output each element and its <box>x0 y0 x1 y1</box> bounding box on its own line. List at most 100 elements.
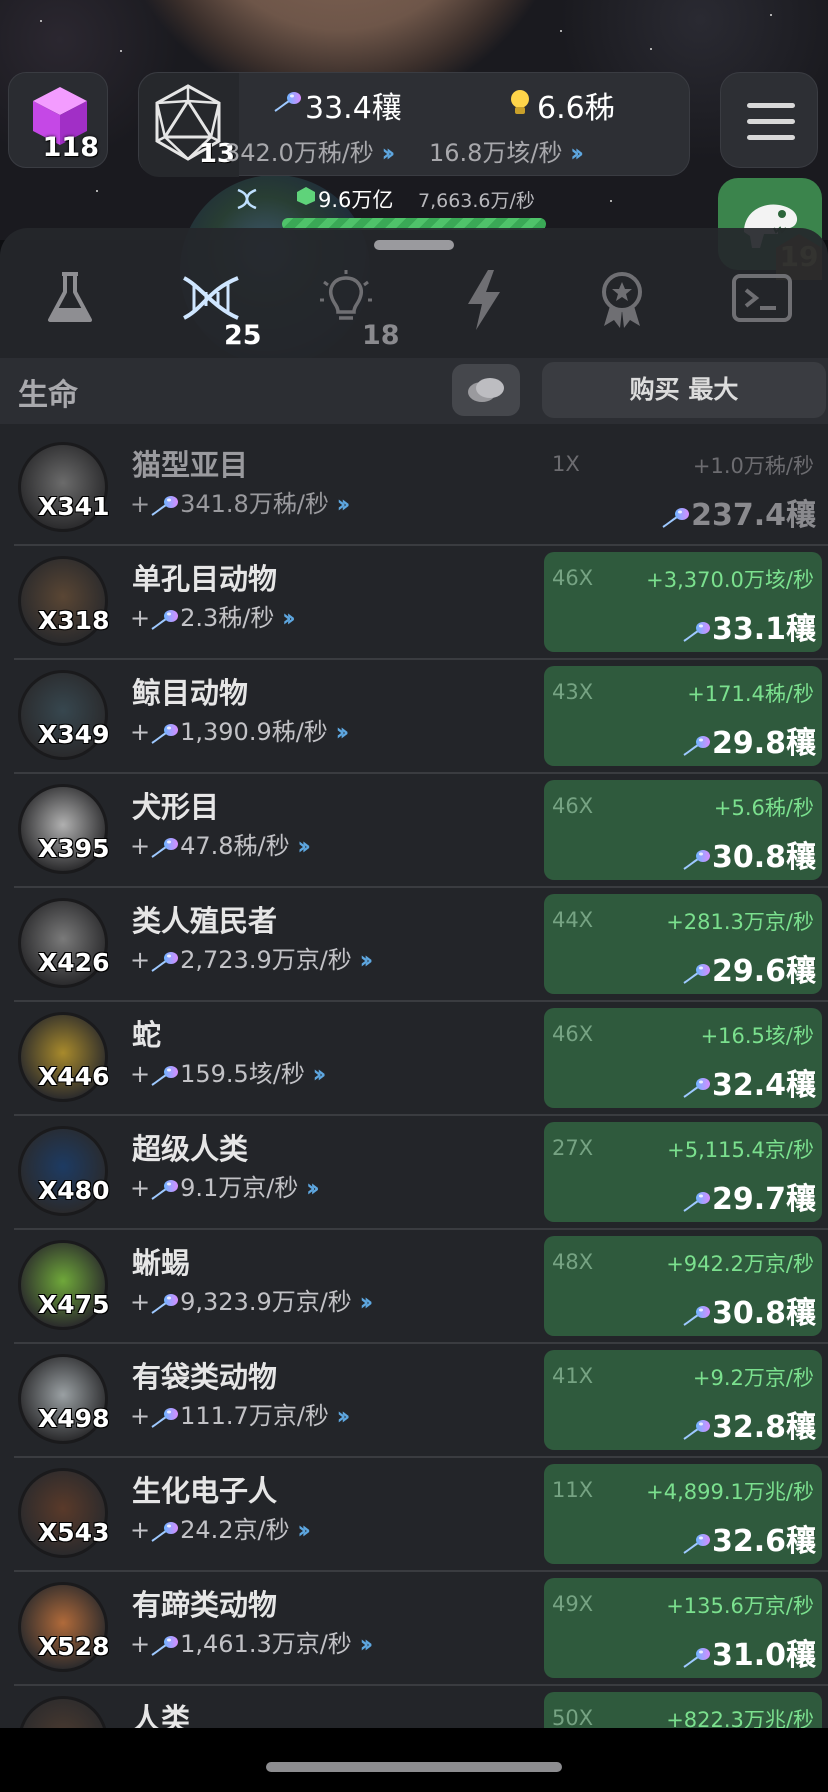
tab-terminal[interactable] <box>710 268 810 348</box>
upgrade-buy-button[interactable]: 41X +9.2万京/秒 32.8穰 <box>544 1350 822 1450</box>
double-chevron-icon: ›› <box>359 1630 373 1658</box>
double-chevron-icon: ›› <box>306 1174 320 1202</box>
stat-b-value: 6.6秭 <box>537 91 615 126</box>
buy-gain: +5,115.4京/秒 <box>667 1138 814 1162</box>
buy-cost: 32.8穰 <box>682 1402 816 1446</box>
tab-ideas[interactable]: 18 <box>296 268 400 351</box>
list-item: X528 有蹄类动物 +1,461.3万京/秒 ›› 49X +135.6万京/… <box>14 1572 828 1686</box>
buy-cost: 33.1穰 <box>682 604 816 648</box>
creature-rate: +2,723.9万京/秒 ›› <box>130 946 373 974</box>
double-chevron-icon: ›› <box>335 718 349 746</box>
creature-name: 猫型亚目 <box>132 448 249 482</box>
buy-cost: 237.4穰 <box>661 490 816 534</box>
sperm-icon <box>682 847 712 871</box>
menu-button[interactable] <box>720 72 818 168</box>
creature-level: X426 <box>38 948 110 977</box>
buy-multiplier: 44X <box>552 908 594 932</box>
creature-name: 鲸目动物 <box>132 676 249 710</box>
upgrade-buy-button[interactable]: 46X +5.6秭/秒 30.8穰 <box>544 780 822 880</box>
sperm-icon <box>150 1291 180 1315</box>
list-item: X543 生化电子人 +24.2京/秒 ›› 11X +4,899.1万兆/秒 … <box>14 1458 828 1572</box>
sperm-icon <box>150 1177 180 1201</box>
d20-button[interactable]: 13 <box>139 73 239 177</box>
buy-gain: +9.2万京/秒 <box>692 1366 814 1390</box>
buy-multiplier: 41X <box>552 1364 594 1388</box>
sperm-icon <box>150 493 180 517</box>
coins-icon <box>468 378 504 402</box>
double-chevron-icon: ›› <box>282 604 296 632</box>
creature-level: X341 <box>38 492 110 521</box>
tab-dna-count: 25 <box>224 320 262 351</box>
upgrade-buy-button[interactable]: 1X +1.0万秭/秒 237.4穰 <box>544 438 822 538</box>
buy-multiplier: 43X <box>552 680 594 704</box>
upgrade-buy-button[interactable]: 46X +3,370.0万垓/秒 33.1穰 <box>544 552 822 652</box>
double-chevron-icon: ›› <box>359 1288 373 1316</box>
list-item: X395 犬形目 +47.8秭/秒 ›› 46X +5.6秭/秒 30.8穰 <box>14 774 828 888</box>
stat-a-rate: 342.0万秭/秒 ›› <box>225 139 395 167</box>
creature-name: 有袋类动物 <box>132 1360 278 1394</box>
home-indicator[interactable] <box>266 1762 562 1772</box>
upgrade-buy-button[interactable]: 11X +4,899.1万兆/秒 32.6穰 <box>544 1464 822 1564</box>
stat-b-rate: 16.8万垓/秒 ›› <box>429 139 584 167</box>
sperm-icon <box>150 1405 180 1429</box>
creature-name: 超级人类 <box>132 1132 249 1166</box>
sperm-icon <box>150 607 180 631</box>
creature-name: 单孔目动物 <box>132 562 278 596</box>
upgrade-buy-button[interactable]: 44X +281.3万京/秒 29.6穰 <box>544 894 822 994</box>
creature-level: X318 <box>38 606 110 635</box>
buy-cost: 29.6穰 <box>682 946 816 990</box>
upgrade-buy-button[interactable]: 43X +171.4秭/秒 29.8穰 <box>544 666 822 766</box>
list-item: X341 猫型亚目 +341.8万秭/秒 ›› 1X +1.0万秭/秒 237.… <box>14 432 828 546</box>
creature-rate: +47.8秭/秒 ›› <box>130 832 311 860</box>
upgrade-buy-button[interactable]: 48X +942.2万京/秒 30.8穰 <box>544 1236 822 1336</box>
buy-max-button[interactable]: 购买 最大 <box>542 362 826 418</box>
sperm-icon <box>150 835 180 859</box>
buy-gain: +4,899.1万兆/秒 <box>646 1480 814 1504</box>
flask-icon <box>48 272 92 322</box>
creature-name: 类人殖民者 <box>132 904 278 938</box>
buy-cost: 29.7穰 <box>682 1174 816 1218</box>
buy-gain: +16.5垓/秒 <box>700 1024 814 1048</box>
buy-multiplier: 50X <box>552 1706 594 1730</box>
upgrade-buy-button[interactable]: 27X +5,115.4京/秒 29.7穰 <box>544 1122 822 1222</box>
tab-lab[interactable] <box>20 268 120 348</box>
creature-rate: +341.8万秭/秒 ›› <box>130 490 350 518</box>
buy-cost: 29.8穰 <box>682 718 816 762</box>
buy-multiplier: 49X <box>552 1592 594 1616</box>
creature-name: 蛇 <box>132 1018 162 1052</box>
list-item: X475 蜥蜴 +9,323.9万京/秒 ›› 48X +942.2万京/秒 3… <box>14 1230 828 1344</box>
tab-achievements[interactable] <box>572 268 672 348</box>
upgrade-buy-button[interactable]: 46X +16.5垓/秒 32.4穰 <box>544 1008 822 1108</box>
tab-dna[interactable]: 25 <box>158 268 262 351</box>
double-chevron-icon: ›› <box>336 1402 351 1430</box>
upgrade-buy-button[interactable]: 49X +135.6万京/秒 31.0穰 <box>544 1578 822 1678</box>
coin-toggle-button[interactable] <box>452 364 520 416</box>
sperm-icon <box>682 733 712 757</box>
stat-a-value: 33.4穰 <box>305 91 402 126</box>
sperm-icon <box>150 1519 180 1543</box>
creature-level: X475 <box>38 1290 110 1319</box>
sperm-icon <box>682 1189 712 1213</box>
creature-rate: +9.1万京/秒 ›› <box>130 1174 320 1202</box>
creature-name: 有蹄类动物 <box>132 1588 278 1622</box>
double-chevron-icon: ›› <box>359 946 373 974</box>
progress-rate: 7,663.6万/秒 <box>418 190 535 212</box>
gem-button[interactable]: 118 <box>8 72 108 168</box>
dna-icon <box>183 276 239 320</box>
tab-energy[interactable] <box>434 268 534 348</box>
sperm-icon <box>273 89 303 113</box>
double-chevron-icon: ›› <box>312 1060 327 1088</box>
sperm-icon <box>682 1645 712 1669</box>
list-item: X446 蛇 +159.5垓/秒 ›› 46X +16.5垓/秒 32.4穰 <box>14 1002 828 1116</box>
buy-multiplier: 48X <box>552 1250 594 1274</box>
creature-level: X528 <box>38 1632 110 1661</box>
home-bar-area <box>0 1728 828 1792</box>
section-title: 生命 <box>18 378 78 413</box>
sperm-icon <box>682 961 712 985</box>
sheet-drag-handle[interactable] <box>374 240 454 250</box>
green-gem-icon <box>297 187 315 205</box>
creature-level: X446 <box>38 1062 110 1091</box>
creature-rate: +159.5垓/秒 ›› <box>130 1060 327 1088</box>
sperm-icon <box>682 1075 712 1099</box>
creature-rate: +2.3秭/秒 ›› <box>130 604 296 632</box>
